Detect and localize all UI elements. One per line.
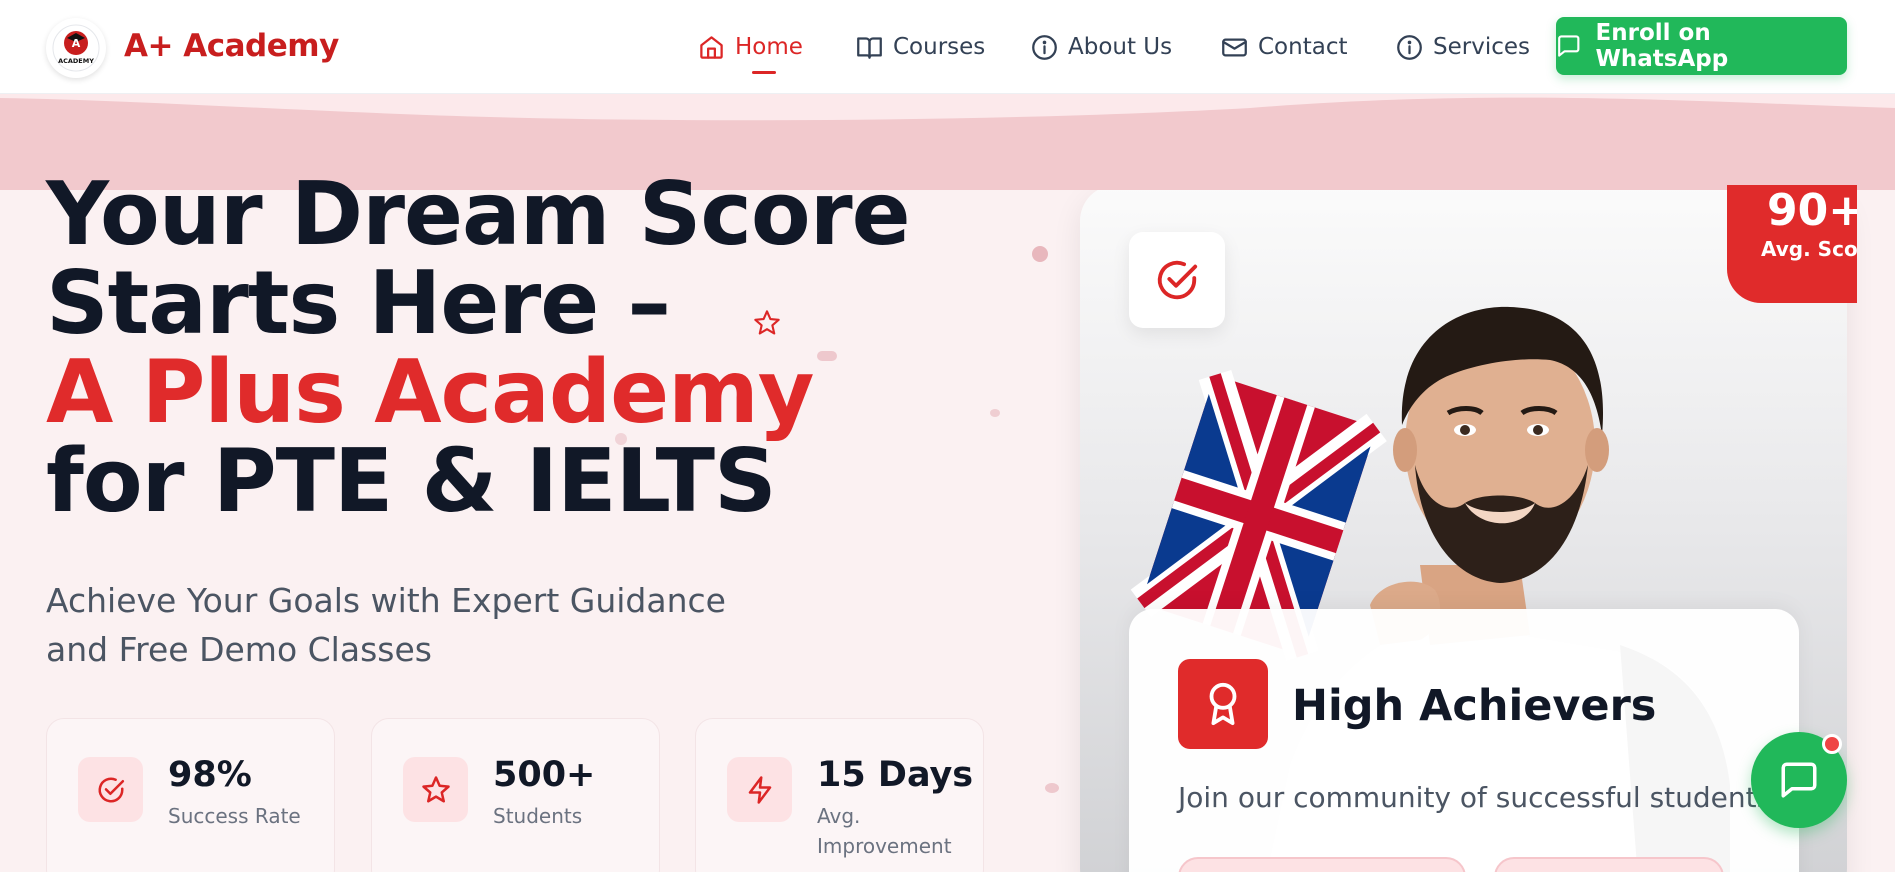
mail-icon bbox=[1222, 38, 1247, 56]
nav-home[interactable]: Home bbox=[698, 30, 803, 64]
award-icon-box bbox=[1178, 659, 1268, 749]
stat-icon-box bbox=[403, 757, 468, 822]
high-achievers-text: Join our community of successful student… bbox=[1178, 781, 1772, 814]
info-icon bbox=[1397, 34, 1422, 60]
hero-title: Your Dream Score Starts Here – A Plus Ac… bbox=[46, 163, 911, 532]
verified-chip bbox=[1129, 232, 1225, 328]
nav-services-label: Services bbox=[1433, 34, 1530, 60]
nav-contact[interactable]: Contact bbox=[1221, 30, 1347, 64]
brand-logo[interactable]: A ACADEMY bbox=[46, 18, 106, 78]
home-icon bbox=[700, 35, 723, 59]
stat-card-success: 98% Success Rate bbox=[46, 718, 335, 872]
hero-subtitle-line1: Achieve Your Goals with Expert Guidance bbox=[46, 581, 726, 620]
message-icon bbox=[1781, 762, 1817, 798]
achiever-pill bbox=[1178, 857, 1466, 872]
nav-active-underline bbox=[752, 71, 776, 74]
nav-home-label: Home bbox=[735, 34, 803, 60]
book-icon bbox=[857, 36, 882, 59]
hero-subtitle: Achieve Your Goals with Expert Guidance … bbox=[46, 576, 746, 674]
navbar: A ACADEMY A+ Academy Home Courses About … bbox=[0, 0, 1895, 94]
nav-courses[interactable]: Courses bbox=[856, 30, 985, 64]
nav-courses-label: Courses bbox=[893, 34, 986, 60]
stat-icon-box bbox=[727, 757, 792, 822]
lightning-icon bbox=[748, 775, 771, 804]
nav-contact-label: Contact bbox=[1258, 34, 1348, 60]
stat-card-improvement: 15 Days Avg. Improvement bbox=[695, 718, 984, 872]
info-icon bbox=[1032, 34, 1057, 60]
academy-logo-icon: A ACADEMY bbox=[52, 24, 100, 72]
hero-title-line1: Your Dream Score bbox=[46, 163, 911, 265]
hero-title-line4: for PTE & IELTS bbox=[46, 430, 777, 532]
svg-text:ACADEMY: ACADEMY bbox=[58, 57, 94, 65]
star-icon bbox=[421, 775, 450, 802]
stat-icon-box bbox=[78, 757, 143, 822]
hero-title-line2: Starts Here – bbox=[46, 252, 671, 354]
nav-about-label: About Us bbox=[1068, 34, 1173, 60]
hero-subtitle-line2: and Free Demo Classes bbox=[46, 630, 432, 669]
stat-card-students: 500+ Students bbox=[371, 718, 660, 872]
check-circle-icon bbox=[98, 777, 124, 802]
high-achievers-card: High Achievers Join our community of suc… bbox=[1129, 609, 1799, 872]
svg-text:A: A bbox=[72, 37, 81, 50]
score-badge-label: Avg. Score bbox=[1761, 237, 1857, 261]
message-icon bbox=[1558, 35, 1580, 57]
stat-value: 15 Days bbox=[817, 755, 974, 795]
enroll-whatsapp-button[interactable]: Enroll on WhatsApp bbox=[1556, 17, 1847, 75]
brand-name[interactable]: A+ Academy bbox=[124, 28, 339, 64]
check-circle-icon bbox=[1157, 260, 1198, 300]
nav-about[interactable]: About Us bbox=[1031, 30, 1172, 64]
stat-value: 500+ bbox=[493, 755, 596, 795]
stat-label: Students bbox=[493, 804, 583, 828]
chat-notification-dot bbox=[1822, 734, 1842, 754]
award-icon bbox=[1209, 682, 1237, 726]
decorative-dot bbox=[1045, 783, 1059, 793]
high-achievers-title: High Achievers bbox=[1292, 681, 1657, 731]
score-badge-value: 90+ bbox=[1767, 185, 1857, 236]
enroll-button-label: Enroll on WhatsApp bbox=[1595, 20, 1729, 72]
decorative-dot bbox=[1032, 246, 1048, 262]
stat-value: 98% bbox=[168, 755, 252, 795]
stat-label: Success Rate bbox=[168, 804, 301, 828]
nav-services[interactable]: Services bbox=[1396, 30, 1530, 64]
score-badge: 90+ Avg. Score bbox=[1727, 185, 1857, 303]
hero-title-highlight: A Plus Academy bbox=[46, 341, 814, 443]
achiever-pill bbox=[1494, 857, 1724, 872]
stat-label: Avg. Improvement bbox=[817, 804, 952, 858]
decorative-dot bbox=[990, 409, 1000, 417]
